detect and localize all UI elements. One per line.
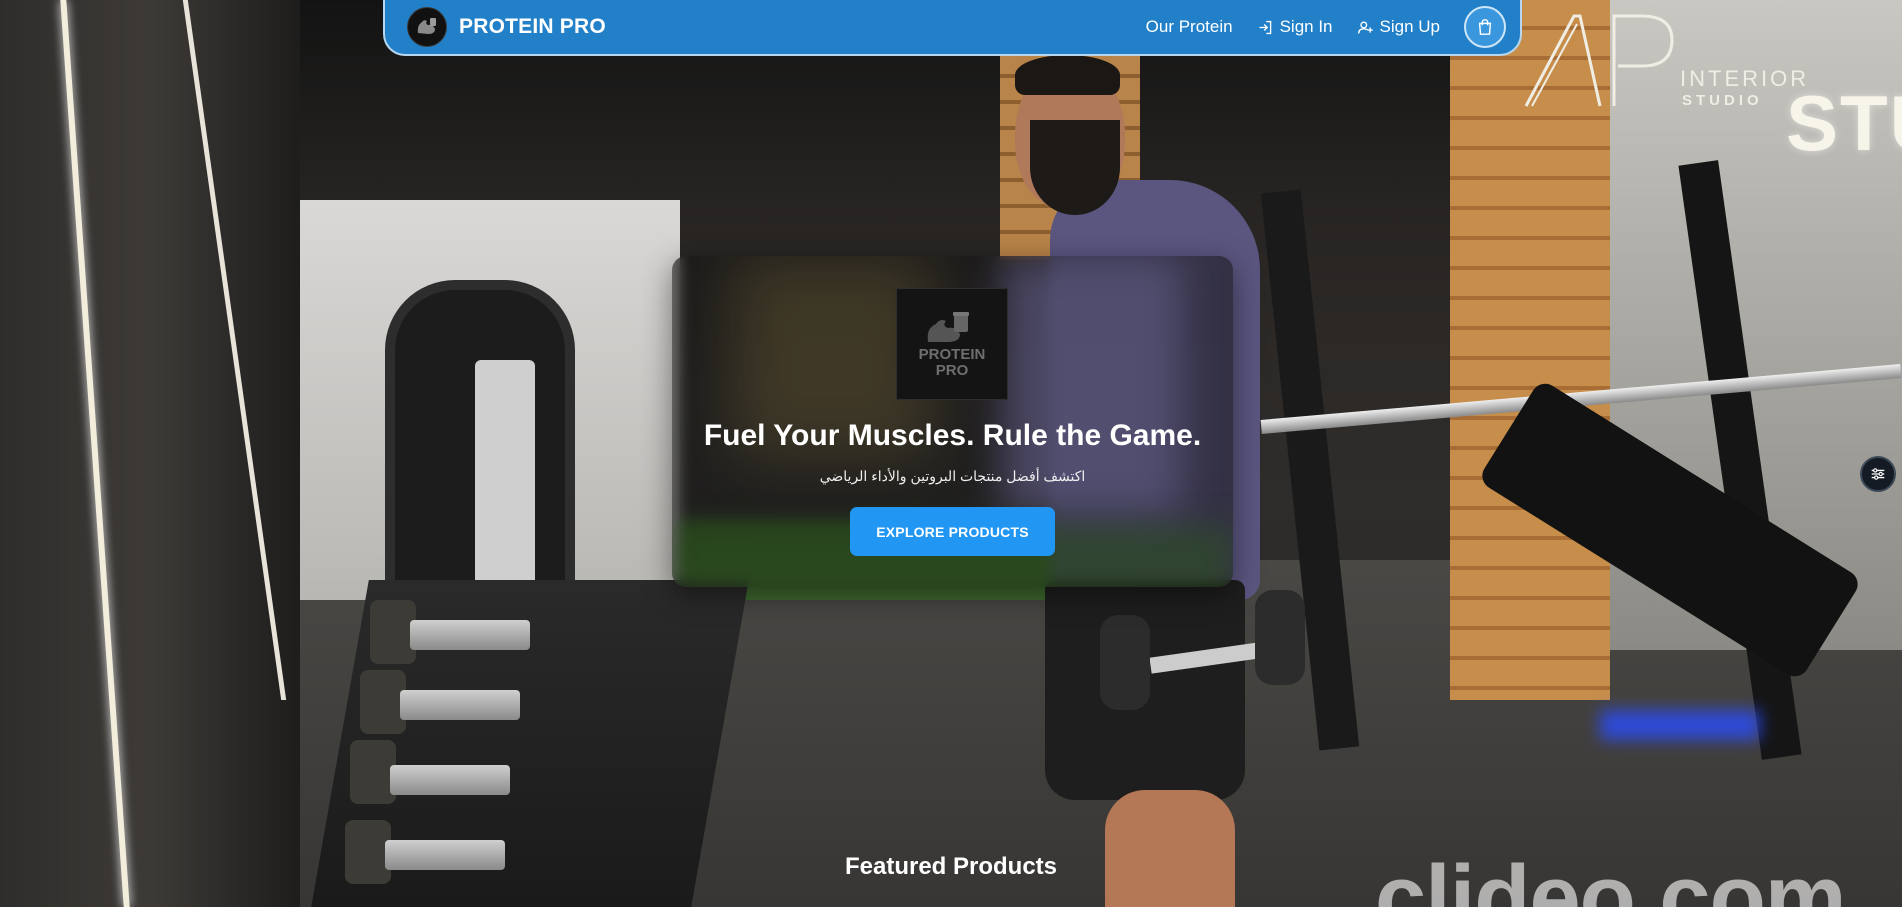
wall-sign: STU bbox=[1786, 79, 1902, 167]
shopping-bag-icon bbox=[1478, 19, 1492, 35]
nav-link-label: Our Protein bbox=[1145, 17, 1233, 36]
hero-subtitle: اكتشف أفضل منتجات البروتين والأداء الريا… bbox=[819, 468, 1086, 484]
hero-title: Fuel Your Muscles. Rule the Game. bbox=[703, 419, 1202, 452]
athlete-beard bbox=[1030, 120, 1120, 215]
mirror-wall bbox=[0, 0, 300, 907]
dumbbell bbox=[390, 765, 510, 795]
nav-link-label: Sign Up bbox=[1379, 17, 1440, 36]
nav-link-label: Sign In bbox=[1279, 17, 1333, 36]
nav-link-our-protein[interactable]: Our Protein bbox=[1146, 17, 1233, 37]
hero-logo: PROTEIN PRO bbox=[896, 288, 1008, 400]
ap-interior-logo bbox=[1524, 14, 1674, 107]
athlete-dumbbell bbox=[1255, 590, 1305, 685]
cart-button[interactable] bbox=[1464, 6, 1506, 48]
brand-name[interactable]: PROTEIN PRO bbox=[459, 15, 606, 39]
sliders-icon bbox=[1871, 468, 1885, 480]
athlete-leg bbox=[1105, 790, 1235, 907]
bicep-icon bbox=[927, 312, 969, 342]
nav-link-sign-up[interactable]: Sign Up bbox=[1357, 17, 1440, 37]
hero-logo-text-1: PROTEIN bbox=[918, 346, 986, 363]
settings-toggle-button[interactable] bbox=[1860, 456, 1896, 492]
sign-in-icon bbox=[1259, 20, 1271, 34]
hero-card: PROTEIN PRO Fuel Your Muscles. Rule the … bbox=[672, 256, 1233, 587]
hero-logo-text-2: PRO bbox=[935, 362, 969, 379]
navbar: PROTEIN PRO Our Protein Sign In Sign Up bbox=[383, 0, 1522, 56]
athlete-dumbbell bbox=[1100, 615, 1150, 710]
athlete-hair bbox=[1015, 55, 1120, 95]
bicep-icon bbox=[417, 18, 436, 34]
dumbbell bbox=[400, 690, 520, 720]
nav-link-sign-in[interactable]: Sign In bbox=[1257, 17, 1333, 37]
dumbbell bbox=[410, 620, 530, 650]
blue-floor-light bbox=[1600, 710, 1760, 740]
explore-products-button[interactable]: EXPLORE PRODUCTS bbox=[850, 507, 1055, 556]
watermark-studio: STUDIO bbox=[1682, 92, 1763, 109]
featured-products-heading: Featured Products bbox=[844, 853, 1058, 880]
user-plus-icon bbox=[1357, 20, 1373, 33]
gym-machine-pad bbox=[475, 360, 535, 590]
brand-logo[interactable] bbox=[407, 7, 447, 47]
